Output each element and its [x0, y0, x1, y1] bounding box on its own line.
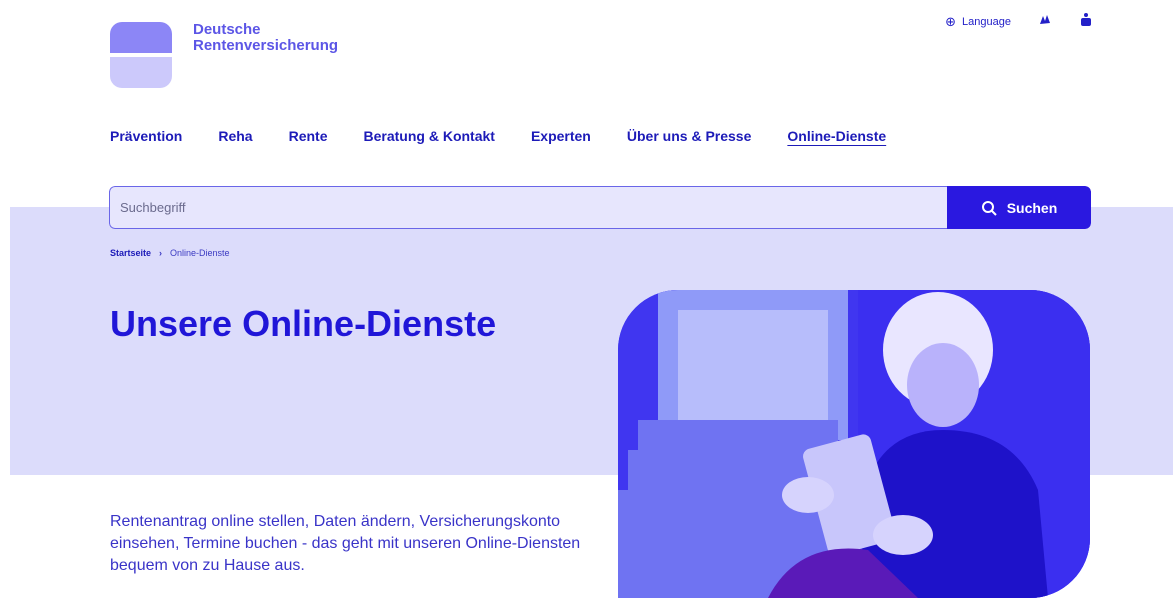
nav-item-praevention[interactable]: Prävention — [110, 128, 182, 144]
nav-item-rente[interactable]: Rente — [289, 128, 328, 144]
brand-line-1: Deutsche — [193, 21, 261, 38]
logo-bottom-shape — [110, 57, 172, 88]
drv-logo[interactable] — [110, 22, 172, 88]
logo-top-shape — [110, 22, 172, 53]
search-bar: Suchen — [109, 186, 1091, 229]
hero-illustration — [618, 290, 1090, 598]
brand-line-2: Rentenversicherung — [193, 37, 339, 54]
nav-item-experten[interactable]: Experten — [531, 128, 591, 144]
language-label: Language — [962, 15, 1011, 28]
search-icon — [981, 200, 997, 216]
nav-item-online-dienste[interactable]: Online-Dienste — [787, 128, 886, 144]
hero-image — [618, 290, 1090, 598]
search-button[interactable]: Suchen — [947, 186, 1091, 229]
breadcrumb: Startseite › Online-Dienste — [110, 248, 230, 258]
nav-item-beratung-kontakt[interactable]: Beratung & Kontakt — [364, 128, 495, 144]
brand-name[interactable]: Deutsche Rentenversicherung — [193, 22, 338, 54]
nav-item-ueber-uns-presse[interactable]: Über uns & Presse — [627, 128, 752, 144]
globe-icon: ⊕ — [945, 13, 957, 29]
main-navigation: Prävention Reha Rente Beratung & Kontakt… — [110, 128, 922, 144]
search-input[interactable] — [109, 186, 947, 229]
breadcrumb-separator: › — [159, 248, 163, 258]
nav-item-reha[interactable]: Reha — [218, 128, 252, 144]
breadcrumb-current: Online-Dienste — [170, 248, 230, 258]
utility-bar: ⊕ Language — [945, 12, 1093, 31]
search-button-label: Suchen — [1006, 199, 1058, 216]
breadcrumb-home[interactable]: Startseite — [110, 248, 151, 258]
page-title: Unsere Online-Dienste — [110, 303, 497, 344]
intro-text: Rentenantrag online stellen, Daten änder… — [110, 513, 581, 574]
easy-language-icon[interactable] — [1079, 12, 1093, 31]
language-button[interactable]: ⊕ Language — [945, 14, 1011, 30]
sign-language-icon[interactable] — [1037, 12, 1053, 31]
